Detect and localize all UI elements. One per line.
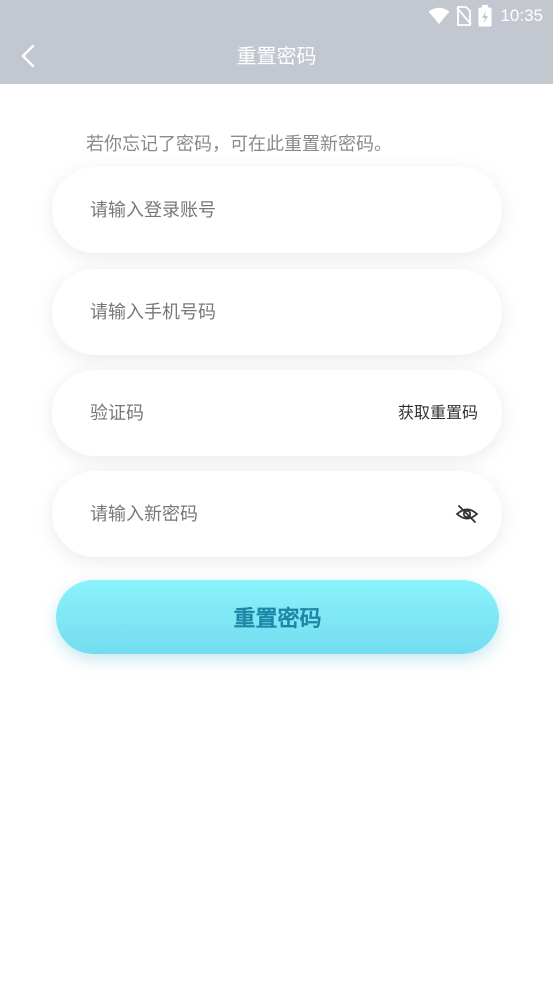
nav-bar: 重置密码 [0, 32, 553, 84]
hint-text: 若你忘记了密码，可在此重置新密码。 [86, 134, 392, 155]
account-input[interactable] [90, 167, 390, 253]
code-field-container: 获取重置码 [52, 370, 502, 456]
reset-password-button[interactable]: 重置密码 [56, 580, 499, 654]
no-sim-icon [456, 6, 473, 26]
header: 10:35 重置密码 [0, 0, 553, 84]
new-password-input[interactable] [90, 471, 390, 557]
status-time: 10:35 [500, 6, 543, 25]
page-title: 重置密码 [236, 44, 317, 68]
status-bar: 10:35 [0, 0, 553, 32]
password-field-container [52, 471, 502, 557]
phone-input[interactable] [90, 269, 390, 355]
status-icons: 10:35 [428, 4, 543, 28]
wifi-icon [428, 7, 450, 25]
phone-field-container [52, 269, 502, 355]
eye-off-icon[interactable] [454, 502, 480, 526]
battery-charging-icon [478, 5, 492, 27]
account-field-container [52, 167, 502, 253]
get-reset-code-button[interactable]: 获取重置码 [398, 400, 478, 426]
verification-code-input[interactable] [90, 370, 390, 456]
reset-password-page: 10:35 重置密码 若你忘记了密码，可在此重置新密码。 获取重置码 [0, 0, 553, 983]
